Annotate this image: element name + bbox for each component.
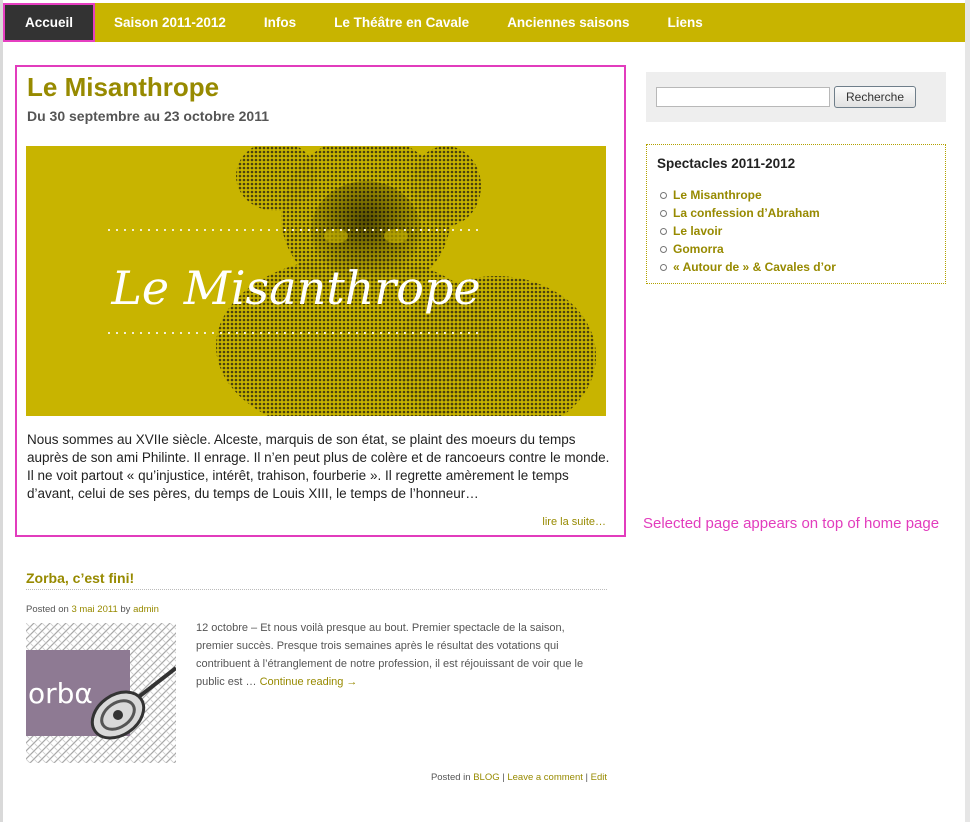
nav-item-anciennes-saisons[interactable]: Anciennes saisons bbox=[488, 3, 648, 42]
annotation-note: Selected page appears on top of home pag… bbox=[643, 515, 940, 532]
spectacle-link-gomorra[interactable]: Gomorra bbox=[660, 240, 836, 258]
spectacle-label: Le lavoir bbox=[673, 224, 723, 238]
widget-title: Spectacles 2011-2012 bbox=[657, 156, 796, 171]
edit-link[interactable]: Edit bbox=[591, 772, 607, 783]
post-date-link[interactable]: 3 mai 2011 bbox=[71, 604, 117, 615]
post-title-divider bbox=[26, 589, 607, 590]
nav-item-accueil[interactable]: Accueil bbox=[3, 3, 96, 42]
leave-comment-link[interactable]: Leave a comment bbox=[507, 772, 583, 783]
featured-image[interactable]: Le Misanthrope bbox=[26, 146, 606, 416]
misanthrope-poster: Le Misanthrope bbox=[108, 146, 596, 416]
post-excerpt: 12 octobre – Et nous voilà presque au bo… bbox=[196, 619, 596, 691]
zorba-thumbnail-image: orbα bbox=[26, 623, 176, 763]
post-excerpt-text: 12 octobre – Et nous voilà presque au bo… bbox=[196, 622, 584, 688]
meta-prefix: Posted on bbox=[26, 604, 69, 615]
search-input[interactable] bbox=[656, 87, 830, 107]
read-more-link[interactable]: lire la suite… bbox=[542, 516, 606, 528]
spectacle-link-lavoir[interactable]: Le lavoir bbox=[660, 222, 836, 240]
posted-in-label: Posted in bbox=[430, 772, 471, 783]
post-title[interactable]: Zorba, c’est fini! bbox=[26, 570, 134, 586]
bullet-icon bbox=[660, 227, 667, 235]
spectacles-widget: Spectacles 2011-2012 Le Misanthrope La c… bbox=[646, 144, 946, 284]
spectacle-label: Gomorra bbox=[673, 242, 724, 256]
poster-title: Le Misanthrope bbox=[110, 261, 480, 315]
post-meta: Posted on 3 mai 2011 by admin bbox=[26, 604, 159, 615]
meta-by: by bbox=[120, 604, 131, 615]
featured-title[interactable]: Le Misanthrope bbox=[27, 72, 219, 103]
search-widget: Recherche bbox=[646, 72, 946, 122]
footer-separator: | bbox=[582, 772, 591, 783]
bullet-icon bbox=[660, 209, 667, 217]
continue-reading-link[interactable]: Continue reading → bbox=[260, 676, 358, 688]
main-nav: Accueil Saison 2011-2012 Infos Le Théâtr… bbox=[3, 3, 965, 42]
spectacle-label: Le Misanthrope bbox=[673, 188, 762, 202]
bullet-icon bbox=[660, 245, 667, 253]
nav-item-liens[interactable]: Liens bbox=[649, 3, 722, 42]
post-footer: Posted in BLOG | Leave a comment | Edit bbox=[431, 772, 607, 783]
spectacle-link-misanthrope[interactable]: Le Misanthrope bbox=[660, 186, 836, 204]
post-thumbnail[interactable]: orbα bbox=[26, 623, 176, 763]
spectacle-label: La confession d’Abraham bbox=[673, 206, 820, 220]
nav-item-saison[interactable]: Saison 2011-2012 bbox=[95, 3, 245, 42]
featured-excerpt: Nous sommes au XVIIe siècle. Alceste, ma… bbox=[27, 432, 610, 501]
bullet-icon bbox=[660, 191, 667, 199]
spectacle-label: « Autour de » & Cavales d’or bbox=[673, 260, 836, 274]
category-link[interactable]: BLOG bbox=[473, 772, 499, 783]
search-button[interactable]: Recherche bbox=[834, 86, 916, 108]
featured-subtitle: Du 30 septembre au 23 octobre 2011 bbox=[27, 108, 269, 124]
spectacle-link-abraham[interactable]: La confession d’Abraham bbox=[660, 204, 836, 222]
post-author-link[interactable]: admin bbox=[133, 604, 159, 615]
spectacle-link-autour-de[interactable]: « Autour de » & Cavales d’or bbox=[660, 258, 836, 276]
nav-item-theatre[interactable]: Le Théâtre en Cavale bbox=[315, 3, 488, 42]
thumbnail-text: orbα bbox=[28, 677, 93, 710]
featured-page: Le Misanthrope Du 30 septembre au 23 oct… bbox=[15, 65, 626, 537]
window-left-edge bbox=[0, 0, 3, 822]
nav-item-infos[interactable]: Infos bbox=[245, 3, 315, 42]
bullet-icon bbox=[660, 263, 667, 271]
window-scrollbar[interactable] bbox=[965, 0, 970, 822]
spectacles-list: Le Misanthrope La confession d’Abraham L… bbox=[660, 186, 836, 276]
